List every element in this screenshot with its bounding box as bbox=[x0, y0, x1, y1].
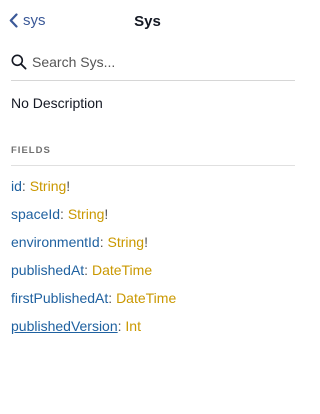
field-name-link[interactable]: firstPublishedAt bbox=[11, 290, 108, 306]
field-colon: : bbox=[108, 290, 113, 306]
field-type-link[interactable]: String bbox=[30, 178, 67, 194]
field-row: environmentId: String! bbox=[0, 228, 295, 256]
doc-explorer-panel: sys Sys No Description FIELDS id: String… bbox=[0, 0, 295, 414]
non-null-marker: ! bbox=[104, 206, 109, 222]
field-row: spaceId: String! bbox=[0, 200, 295, 228]
doc-explorer-header: sys Sys bbox=[0, 0, 295, 44]
field-list: id: String! spaceId: String! environment… bbox=[0, 172, 295, 340]
back-button[interactable]: sys bbox=[9, 12, 46, 29]
field-name-link[interactable]: environmentId bbox=[11, 234, 100, 250]
field-row: publishedVersion: Int bbox=[0, 312, 295, 340]
search-icon bbox=[11, 54, 27, 70]
field-row: firstPublishedAt: DateTime bbox=[0, 284, 295, 312]
field-type-link[interactable]: String bbox=[108, 234, 145, 250]
section-divider bbox=[11, 165, 295, 166]
field-colon: : bbox=[60, 206, 64, 222]
field-colon: : bbox=[84, 262, 89, 278]
field-colon: : bbox=[99, 234, 104, 250]
field-row: id: String! bbox=[0, 172, 295, 200]
back-button-label: sys bbox=[23, 12, 46, 29]
field-type-link[interactable]: Int bbox=[125, 318, 141, 334]
field-type-link[interactable]: DateTime bbox=[92, 262, 152, 278]
non-null-marker: ! bbox=[144, 234, 148, 250]
search-input[interactable] bbox=[32, 54, 272, 70]
non-null-marker: ! bbox=[66, 178, 71, 194]
field-name-link[interactable]: spaceId bbox=[11, 206, 60, 222]
field-name-link[interactable]: publishedAt bbox=[11, 262, 84, 278]
field-row: publishedAt: DateTime bbox=[0, 256, 295, 284]
chevron-left-icon bbox=[9, 13, 23, 28]
fields-section-heading: FIELDS bbox=[11, 145, 51, 156]
field-colon: : bbox=[117, 318, 122, 334]
field-name-link[interactable]: id bbox=[11, 178, 22, 194]
field-name-link[interactable]: publishedVersion bbox=[11, 318, 118, 334]
search-bar bbox=[11, 44, 295, 81]
field-colon: : bbox=[21, 178, 26, 194]
field-type-link[interactable]: DateTime bbox=[116, 290, 176, 306]
field-type-link[interactable]: String bbox=[68, 206, 105, 222]
type-description: No Description bbox=[11, 95, 103, 111]
